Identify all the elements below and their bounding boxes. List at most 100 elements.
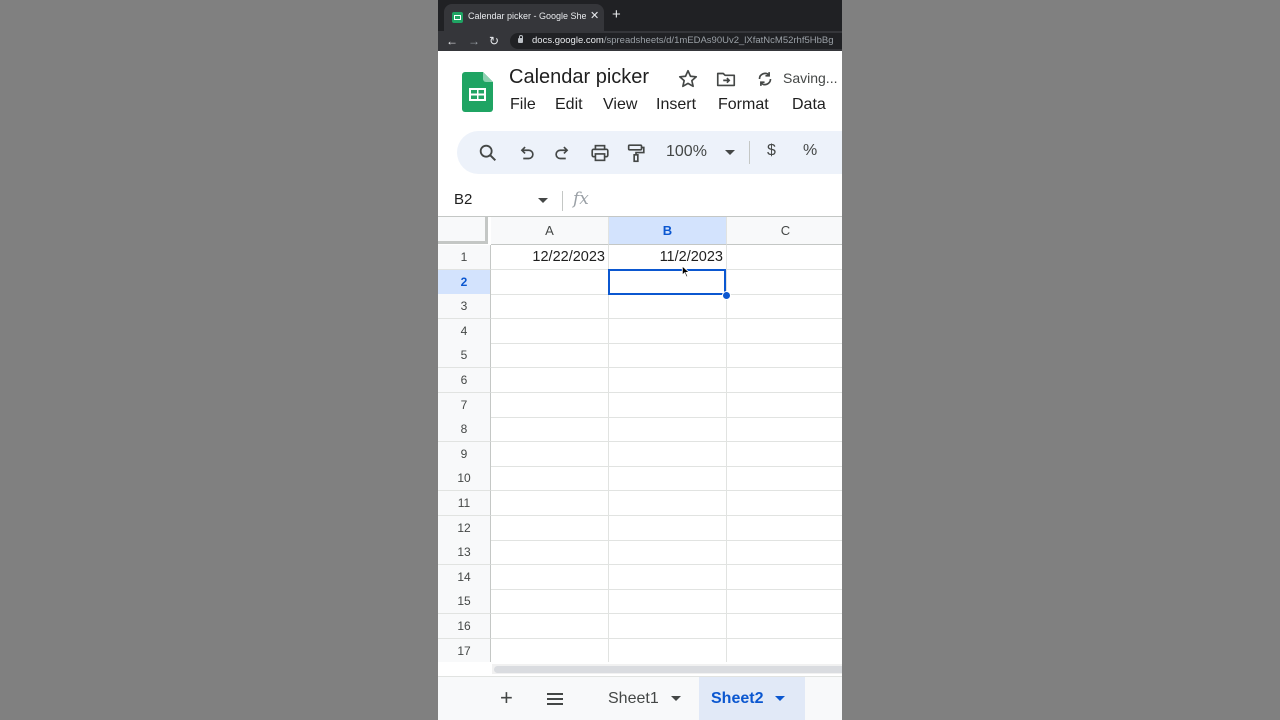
spreadsheet-grid[interactable]: A B C 1 12/22/2023 11/2/2023 2 3 4 5 6 7 8 9 10 11 12… [438, 217, 842, 662]
cell-a1[interactable]: 12/22/2023 [491, 245, 609, 270]
address-bar[interactable]: docs.google.com/spreadsheets/d/1mEDAs90U… [510, 33, 842, 49]
row-header-5[interactable]: 5 [438, 343, 491, 368]
cell-c10[interactable] [727, 466, 842, 491]
row-header-17[interactable]: 17 [438, 639, 491, 662]
column-header-a[interactable]: A [491, 217, 609, 245]
cell-c1[interactable] [727, 245, 842, 270]
search-icon[interactable] [477, 142, 499, 164]
cell-c2[interactable] [727, 270, 842, 295]
cell-c8[interactable] [727, 417, 842, 442]
more-options-button[interactable]: ⋮ [835, 139, 842, 159]
cell-b5[interactable] [609, 343, 727, 368]
cell-c3[interactable] [727, 294, 842, 319]
print-icon[interactable] [589, 142, 611, 164]
close-tab-icon[interactable]: ✕ [590, 9, 599, 22]
row-header-2[interactable]: 2 [438, 270, 491, 295]
row-header-9[interactable]: 9 [438, 442, 491, 467]
cell-b17[interactable] [609, 639, 727, 662]
sheet-tab-sheet2[interactable]: Sheet2 [699, 677, 805, 720]
redo-icon[interactable] [552, 142, 574, 164]
forward-button[interactable]: → [468, 32, 480, 50]
cell-b14[interactable] [609, 565, 727, 590]
cell-b1[interactable]: 11/2/2023 [609, 245, 727, 270]
row-header-7[interactable]: 7 [438, 393, 491, 418]
row-header-11[interactable]: 11 [438, 491, 491, 516]
cell-a4[interactable] [491, 319, 609, 344]
row-header-14[interactable]: 14 [438, 565, 491, 590]
cell-a12[interactable] [491, 516, 609, 541]
cell-b11[interactable] [609, 491, 727, 516]
horizontal-scrollbar[interactable] [492, 664, 842, 674]
cell-a7[interactable] [491, 393, 609, 418]
cell-a2[interactable] [491, 270, 609, 295]
zoom-select[interactable]: 100% [666, 143, 707, 161]
cell-b9[interactable] [609, 442, 727, 467]
cell-a15[interactable] [491, 589, 609, 614]
move-to-folder-icon[interactable] [715, 68, 737, 90]
document-title[interactable]: Calendar picker [509, 66, 649, 89]
row-header-4[interactable]: 4 [438, 319, 491, 344]
scrollbar-thumb[interactable] [494, 666, 842, 673]
row-header-3[interactable]: 3 [438, 294, 491, 319]
menu-edit[interactable]: Edit [555, 96, 583, 114]
paint-format-icon[interactable] [625, 142, 647, 164]
active-cell-outline[interactable] [608, 269, 726, 295]
cell-a9[interactable] [491, 442, 609, 467]
column-header-b[interactable]: B [609, 217, 727, 245]
select-all-corner[interactable] [438, 217, 488, 244]
all-sheets-icon[interactable] [546, 692, 564, 706]
back-button[interactable]: ← [446, 32, 458, 50]
cell-b7[interactable] [609, 393, 727, 418]
cell-c5[interactable] [727, 343, 842, 368]
cell-a11[interactable] [491, 491, 609, 516]
menu-format[interactable]: Format [718, 96, 769, 114]
format-percent-button[interactable]: % [803, 142, 817, 160]
format-currency-button[interactable]: $ [767, 142, 776, 160]
cell-b12[interactable] [609, 516, 727, 541]
cell-b6[interactable] [609, 368, 727, 393]
cell-c16[interactable] [727, 614, 842, 639]
cell-a5[interactable] [491, 343, 609, 368]
cell-c12[interactable] [727, 516, 842, 541]
cell-a3[interactable] [491, 294, 609, 319]
browser-tab[interactable]: Calendar picker - Google Sheets ✕ [444, 4, 604, 31]
menu-data[interactable]: Data [792, 96, 826, 114]
cell-a14[interactable] [491, 565, 609, 590]
column-header-c[interactable]: C [727, 217, 842, 245]
fill-handle[interactable] [722, 291, 731, 300]
row-header-10[interactable]: 10 [438, 466, 491, 491]
chevron-down-icon[interactable] [725, 150, 735, 155]
row-header-8[interactable]: 8 [438, 417, 491, 442]
cell-a13[interactable] [491, 540, 609, 565]
cell-c17[interactable] [727, 639, 842, 662]
sheets-logo-icon[interactable] [462, 72, 493, 112]
reload-button[interactable]: ↻ [489, 32, 499, 50]
cell-b4[interactable] [609, 319, 727, 344]
menu-file[interactable]: File [510, 96, 536, 114]
name-box[interactable]: B2 [454, 191, 472, 208]
cell-a10[interactable] [491, 466, 609, 491]
add-sheet-button[interactable]: + [500, 685, 513, 711]
cell-b10[interactable] [609, 466, 727, 491]
menu-view[interactable]: View [603, 96, 637, 114]
cell-c14[interactable] [727, 565, 842, 590]
cell-c6[interactable] [727, 368, 842, 393]
cell-c7[interactable] [727, 393, 842, 418]
row-header-15[interactable]: 15 [438, 589, 491, 614]
cell-a16[interactable] [491, 614, 609, 639]
new-tab-button[interactable]: + [612, 6, 621, 24]
chevron-down-icon[interactable] [538, 198, 548, 203]
cell-c15[interactable] [727, 589, 842, 614]
sheet-tab-sheet1[interactable]: Sheet1 [608, 677, 681, 720]
cell-a6[interactable] [491, 368, 609, 393]
row-header-1[interactable]: 1 [438, 245, 491, 270]
cell-a8[interactable] [491, 417, 609, 442]
chevron-down-icon[interactable] [775, 696, 786, 702]
cell-b3[interactable] [609, 294, 727, 319]
cell-a17[interactable] [491, 639, 609, 662]
row-header-16[interactable]: 16 [438, 614, 491, 639]
menu-insert[interactable]: Insert [656, 96, 696, 114]
chevron-down-icon[interactable] [670, 696, 681, 702]
cell-b15[interactable] [609, 589, 727, 614]
star-icon[interactable] [677, 68, 699, 90]
